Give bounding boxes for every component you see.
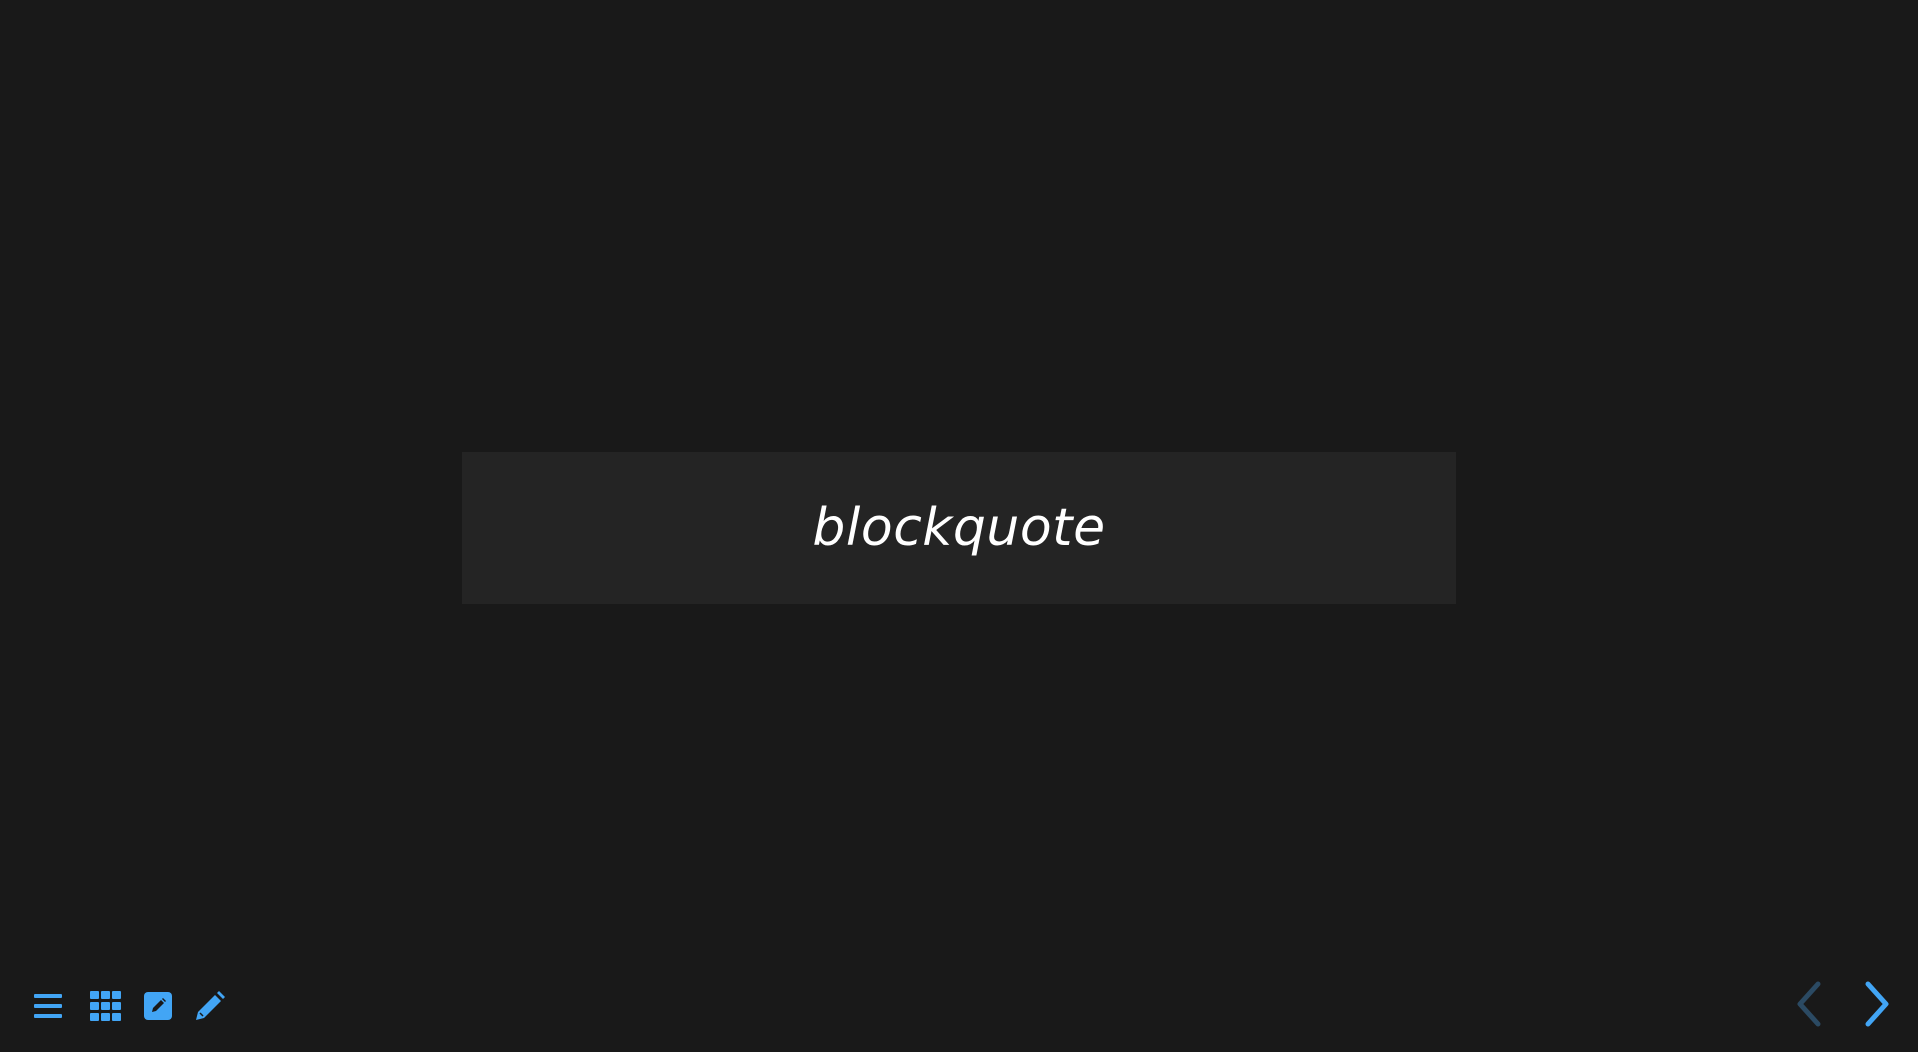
edit-note-icon (143, 991, 173, 1021)
prev-slide-button[interactable] (1784, 978, 1834, 1034)
pencil-icon (194, 990, 226, 1022)
grid-icon (90, 991, 122, 1021)
menu-button[interactable] (30, 988, 66, 1024)
blockquote-text: blockquote (812, 498, 1106, 558)
slide: blockquote (0, 0, 1918, 1052)
chevron-left-icon (1794, 980, 1824, 1032)
next-slide-button[interactable] (1852, 978, 1902, 1034)
blockquote: blockquote (462, 452, 1456, 604)
overview-button[interactable] (88, 988, 124, 1024)
draw-button[interactable] (192, 988, 228, 1024)
chevron-right-icon (1862, 980, 1892, 1032)
notes-button[interactable] (140, 988, 176, 1024)
menu-icon (33, 992, 63, 1020)
